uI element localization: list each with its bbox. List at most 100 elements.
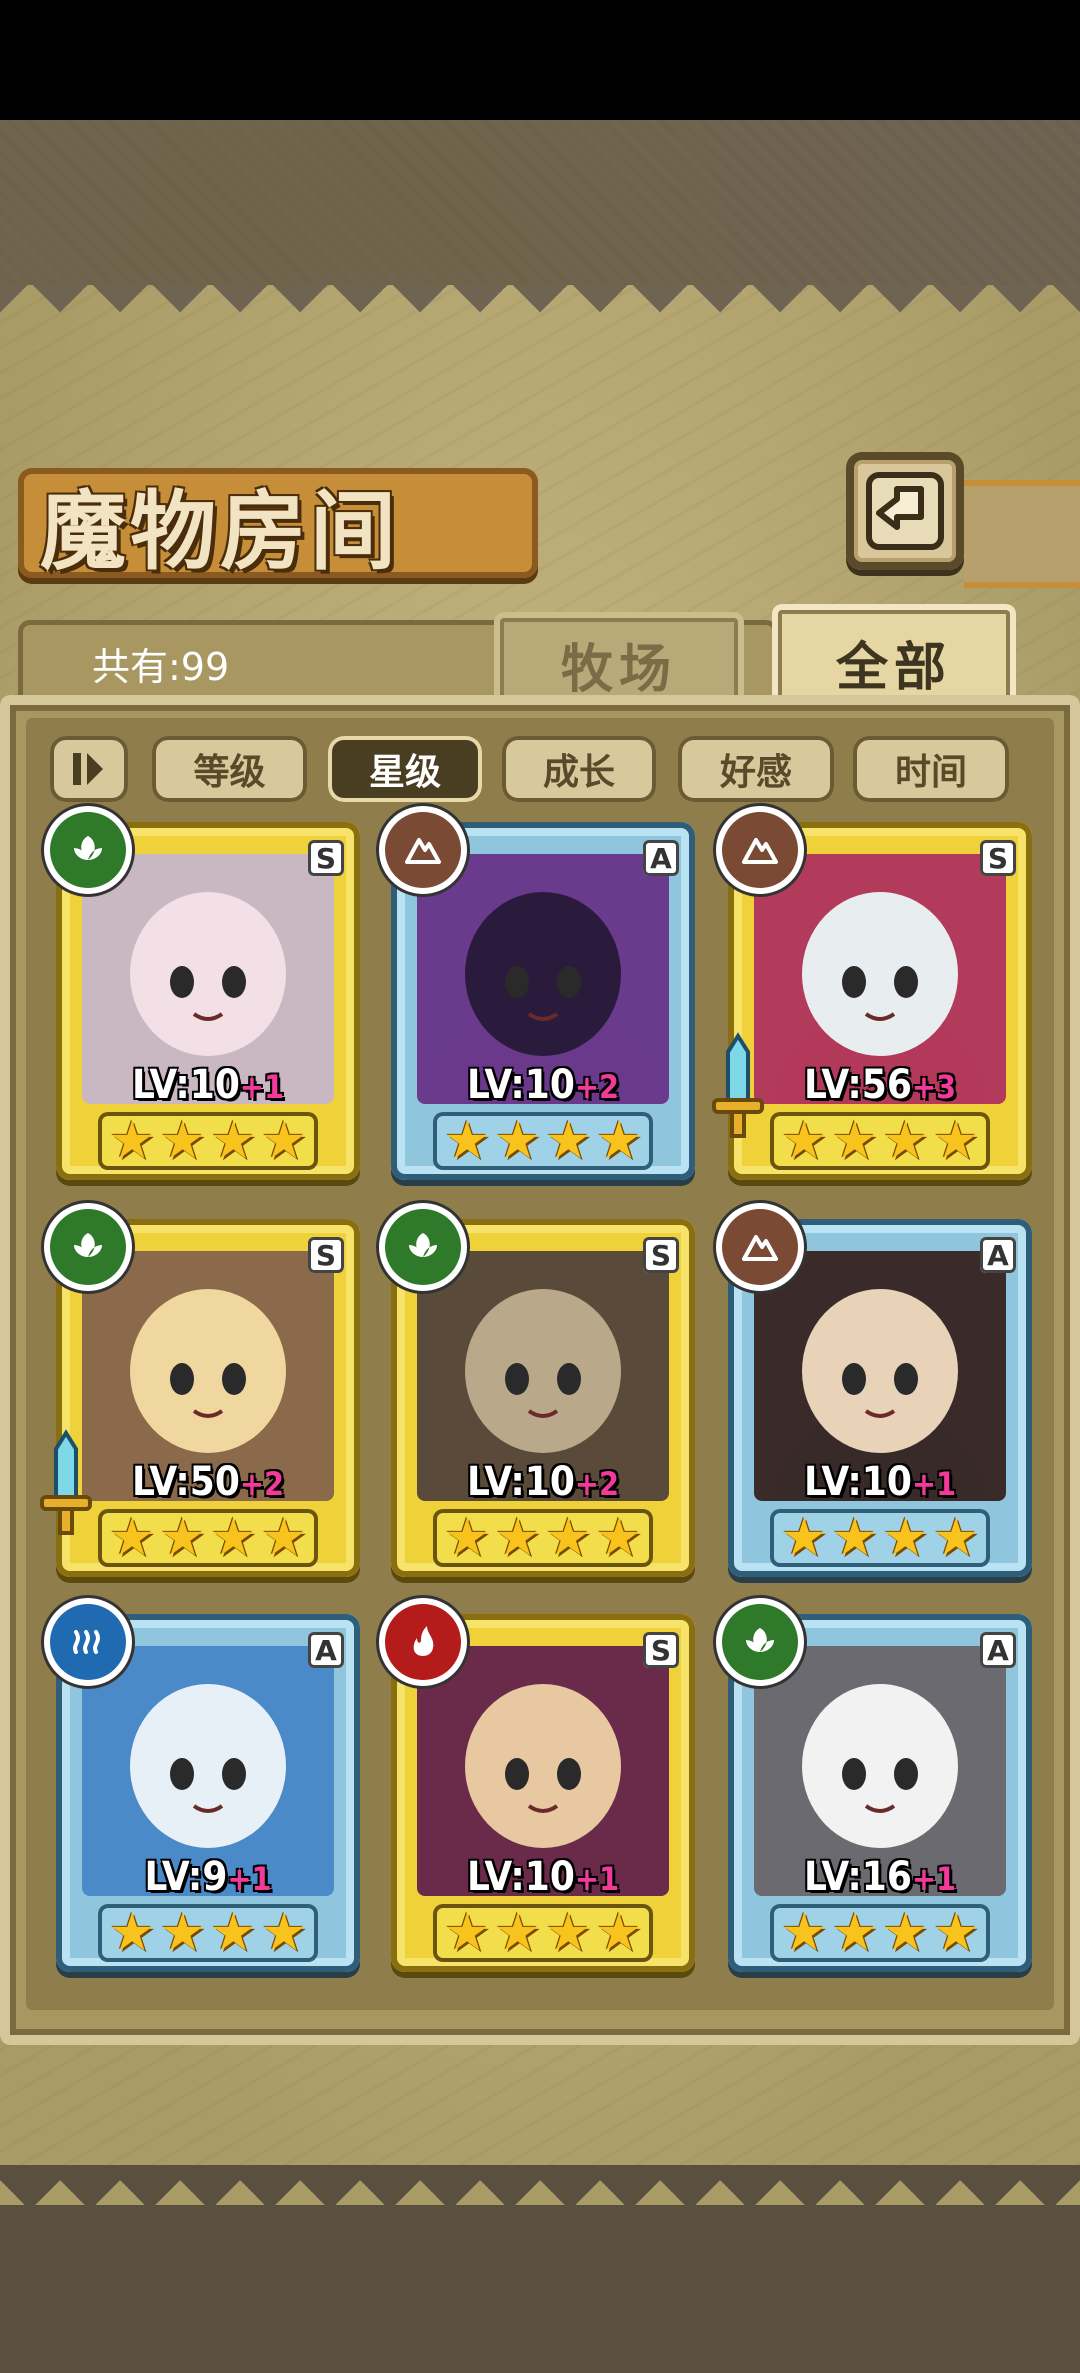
rank-badge: S [980,840,1016,876]
star-icon: ★ [494,1903,541,1963]
star-icon: ★ [108,1508,156,1568]
plus-value: +1 [911,1465,957,1503]
element-badge [385,1209,461,1285]
star-rating: ★ ★ ★ ★ [433,1904,653,1962]
star-icon: ★ [210,1508,257,1568]
back-icon [866,472,944,550]
earth-icon [742,1235,778,1261]
level-label: LV:16+1 [758,1854,1002,1900]
star-icon: ★ [831,1111,878,1171]
nature-icon [746,1628,774,1652]
star-icon: ★ [260,1111,308,1171]
star-icon: ★ [545,1508,592,1568]
sort-level-button[interactable]: 等级 [152,736,307,802]
monster-card[interactable]: A LV:9+1 ★ ★ ★ ★ [50,1604,360,1972]
rank-badge: A [980,1237,1016,1273]
sort-time-button[interactable]: 时间 [853,736,1009,802]
star-icon: ★ [882,1111,929,1171]
level-label: LV:56+3 [758,1062,1002,1108]
star-rating: ★ ★ ★ ★ [770,1509,990,1567]
star-icon: ★ [260,1508,308,1568]
back-button-arm [964,480,1080,588]
element-badge [385,812,461,888]
monster-card[interactable]: S LV:56+3 ★ ★ ★ ★ [712,812,1032,1180]
page-title: 魔物房间 [40,480,400,582]
element-badge [385,1604,461,1680]
title-plate: 魔物房间 [18,468,538,582]
star-rating: ★ ★ ★ ★ [98,1904,318,1962]
star-icon: ★ [494,1111,541,1171]
star-rating: ★ ★ ★ ★ [433,1509,653,1567]
back-button[interactable] [846,452,964,570]
star-icon: ★ [545,1111,592,1171]
star-icon: ★ [780,1111,828,1171]
element-badge [722,812,798,888]
level-label: LV:10+2 [421,1062,665,1108]
monster-card[interactable]: S LV:10+1 ★ ★ ★ ★ [50,812,360,1180]
level-value: LV:10 [803,1459,912,1505]
monster-card[interactable]: A LV:10+1 ★ ★ ★ ★ [722,1209,1032,1577]
star-icon: ★ [882,1903,929,1963]
star-icon: ★ [780,1903,828,1963]
star-icon: ★ [210,1111,257,1171]
nature-icon [74,1233,102,1257]
torn-edge-top [0,285,1080,335]
star-icon: ★ [108,1111,156,1171]
nature-icon [74,836,102,860]
star-icon: ★ [443,1111,491,1171]
monster-card[interactable]: A LV:16+1 ★ ★ ★ ★ [722,1604,1032,1972]
level-label: LV:10+1 [86,1062,330,1108]
star-icon: ★ [932,1508,980,1568]
star-rating: ★ ★ ★ ★ [770,1904,990,1962]
plus-value: +2 [574,1068,620,1106]
sort-order-button[interactable] [50,736,128,802]
monster-card[interactable]: S LV:50+2 ★ ★ ★ ★ [40,1209,360,1577]
star-icon: ★ [831,1903,878,1963]
sort-growth-button[interactable]: 成长 [502,736,656,802]
monster-card[interactable]: S LV:10+1 ★ ★ ★ ★ [385,1604,695,1972]
fire-icon [413,1626,434,1656]
star-icon: ★ [210,1903,257,1963]
star-icon: ★ [443,1508,491,1568]
sort-star-button[interactable]: 星级 [328,736,482,802]
star-icon: ★ [780,1508,828,1568]
star-icon: ★ [260,1903,308,1963]
star-icon: ★ [108,1903,156,1963]
plus-value: +2 [239,1465,285,1503]
star-icon: ★ [494,1508,541,1568]
sort-favor-button[interactable]: 好感 [678,736,834,802]
star-rating: ★ ★ ★ ★ [433,1112,653,1170]
earth-icon [742,838,778,864]
star-icon: ★ [159,1111,206,1171]
star-rating: ★ ★ ★ ★ [770,1112,990,1170]
star-icon: ★ [443,1903,491,1963]
element-badge [50,1604,126,1680]
level-value: LV:10 [466,1062,575,1108]
plus-value: +2 [574,1465,620,1503]
monster-card[interactable]: A LV:10+2 ★ ★ ★ ★ [385,812,695,1180]
star-rating: ★ ★ ★ ★ [98,1112,318,1170]
water-icon [73,1630,100,1654]
rank-badge: S [643,1632,679,1668]
element-badge [722,1209,798,1285]
star-icon: ★ [159,1508,206,1568]
element-badge [50,1209,126,1285]
star-icon: ★ [932,1111,980,1171]
bottom-band [0,2165,1080,2373]
star-icon: ★ [545,1903,592,1963]
sort-toggle-icon [73,753,103,785]
level-value: LV:50 [131,1459,240,1505]
level-label: LV:10+2 [421,1459,665,1505]
star-icon: ★ [159,1903,206,1963]
monster-card[interactable]: S LV:10+2 ★ ★ ★ ★ [385,1209,695,1577]
level-value: LV:10 [466,1854,575,1900]
status-bar [0,0,1080,120]
rank-badge: A [643,840,679,876]
star-rating: ★ ★ ★ ★ [98,1509,318,1567]
level-value: LV:10 [131,1062,240,1108]
plus-value: +1 [227,1860,272,1898]
level-label: LV:10+1 [758,1459,1002,1505]
monster-count: 共有:99 [92,645,230,689]
plus-value: +1 [239,1068,285,1106]
rank-badge: A [980,1632,1016,1668]
